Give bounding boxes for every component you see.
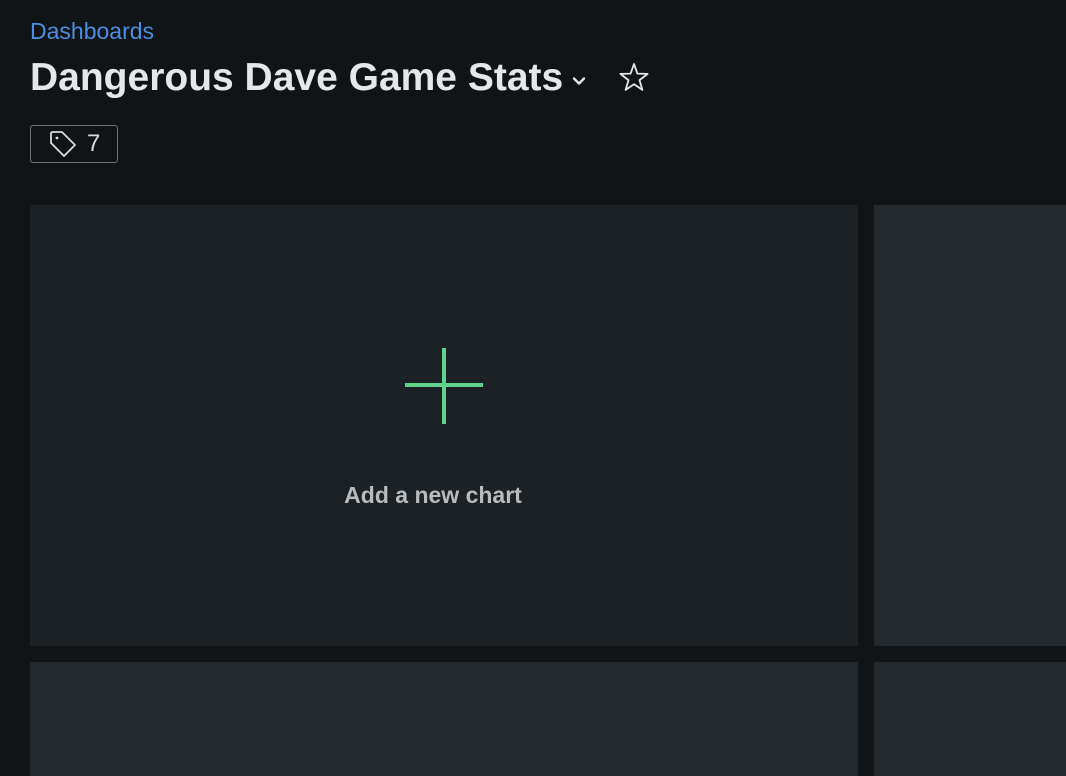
add-chart-panel[interactable]: Add a new chart	[30, 205, 858, 646]
add-chart-label: Add a new chart	[344, 482, 522, 508]
breadcrumb-dashboards-link[interactable]: Dashboards	[30, 16, 154, 46]
plus-icon	[405, 348, 483, 424]
dashboard-page: Dashboards Dangerous Dave Game Stats 7 A…	[0, 0, 1066, 776]
dashboard-panel	[874, 662, 1066, 776]
tag-icon	[50, 131, 76, 157]
dashboard-panel	[874, 205, 1066, 646]
star-icon[interactable]	[617, 61, 651, 95]
dashboard-panel	[30, 662, 858, 776]
tag-count: 7	[87, 130, 101, 157]
chevron-down-icon	[573, 77, 586, 85]
page-title: Dangerous Dave Game Stats	[30, 56, 564, 99]
dashboard-title-menu-button[interactable]: Dangerous Dave Game Stats	[30, 52, 587, 104]
title-row: Dangerous Dave Game Stats	[30, 52, 651, 104]
tags-button[interactable]: 7	[30, 125, 118, 163]
